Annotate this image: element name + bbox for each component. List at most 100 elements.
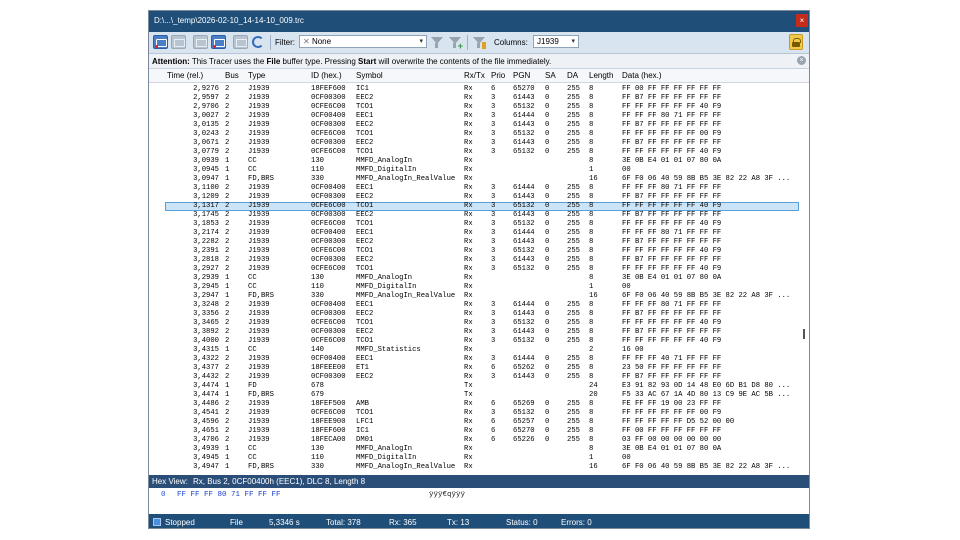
table-row[interactable]: 3,2939 1 CC 130 MMFD_AnalogIn Rx 8 3E 0B E4 01 …: [149, 274, 800, 283]
header-col-bus[interactable]: Bus: [225, 71, 239, 80]
header-col-type[interactable]: Type: [248, 71, 265, 80]
table-row[interactable]: 3,2174 2 J1939 0CF00400 EEC1 Rx 3 61444 0 255 8 FF …: [149, 229, 800, 238]
col-length: 8: [589, 436, 594, 444]
start-trace-icon[interactable]: [153, 35, 168, 49]
col-id: 18FEF500: [311, 400, 346, 408]
col-prio: 3: [491, 247, 496, 255]
table-row[interactable]: 3,3465 2 J1939 0CFE6C00 TCO1 Rx 3 65132 0 255 8 FF …: [149, 319, 800, 328]
col-bus: 2: [225, 373, 230, 381]
col-sa: 0: [545, 220, 550, 228]
col-type: J1939: [248, 436, 270, 444]
table-row[interactable]: 3,0671 2 J1939 0CF00300 EEC2 Rx 3 61443 0 255 8 FF …: [149, 139, 800, 148]
table-row[interactable]: 3,3356 2 J1939 0CF00300 EEC2 Rx 3 61443 0 255 8 FF …: [149, 310, 800, 319]
table-row[interactable]: 3,1209 2 J1939 0CF00300 EEC2 Rx 3 61443 0 255 8 FF …: [149, 193, 800, 202]
table-row[interactable]: 3,4706 2 J1939 18FECA00 DM01 Rx 6 65226 0 255 8 03 …: [149, 436, 800, 445]
table-row[interactable]: 3,3892 2 J1939 0CF00300 EEC2 Rx 3 61443 0 255 8 FF …: [149, 328, 800, 337]
table-row[interactable]: 3,4486 2 J1939 18FEF500 AMB Rx 6 65269 0 255 8 FE F…: [149, 400, 800, 409]
header-col-prio[interactable]: Prio: [491, 71, 505, 80]
hex-view-panel[interactable]: 0 FF FF FF 80 71 FF FF FF ÿÿÿ€qÿÿÿ: [149, 488, 809, 514]
trace-grid[interactable]: 2,9276 2 J1939 18FEF600 IC1 Rx 6 65270 0 255 8 FF 0…: [149, 83, 809, 471]
col-data: 6F F0 06 40 59 8B B5 3E 82 22 A8 3F ...: [622, 175, 791, 183]
table-row[interactable]: 3,4322 2 J1939 0CF00400 EEC1 Rx 3 61444 0 255 8 FF …: [149, 355, 800, 364]
selected-table-row[interactable]: 3,1317 2 J1939 0CFE6C00 TCO1 Rx 3 65132 0 255 8 FF …: [165, 202, 799, 211]
table-row[interactable]: 3,2927 2 J1939 0CFE6C00 TCO1 Rx 3 65132 0 255 8 FF …: [149, 265, 800, 274]
table-row[interactable]: 3,4596 2 J1939 18FEE900 LFC1 Rx 6 65257 0 255 8 FF …: [149, 418, 800, 427]
col-data: FF B7 FF FF FF FF FF FF: [622, 238, 722, 246]
scroll-thumb[interactable]: [803, 329, 805, 339]
col-data: FF FF FF FF FF FF 40 F9: [622, 319, 722, 327]
loop-trace-icon[interactable]: [211, 35, 226, 49]
table-row[interactable]: 3,4432 2 J1939 0CF00300 EEC2 Rx 3 61443 0 255 8 FF …: [149, 373, 800, 382]
table-row[interactable]: 3,2282 2 J1939 0CF00300 EEC2 Rx 3 61443 0 255 8 FF …: [149, 238, 800, 247]
table-row[interactable]: 3,4000 2 J1939 0CFE6C00 TCO1 Rx 3 65132 0 255 8 FF …: [149, 337, 800, 346]
table-row[interactable]: 3,2945 1 CC 110 MMFD_DigitalIn Rx 1 00: [149, 283, 800, 292]
edit-filter-icon[interactable]: [472, 35, 486, 49]
table-row[interactable]: 2,9276 2 J1939 18FEF600 IC1 Rx 6 65270 0 255 8 FF 0…: [149, 85, 800, 94]
table-row[interactable]: 2,9706 2 J1939 0CFE6C00 TCO1 Rx 3 65132 0 255 8 FF …: [149, 103, 800, 112]
table-row[interactable]: 3,0779 2 J1939 0CFE6C00 TCO1 Rx 3 65132 0 255 8 FF …: [149, 148, 800, 157]
table-row[interactable]: 3,4474 1 FD 678 Tx 24 E3 91 82 93 0D 14 48 E0 …: [149, 382, 800, 391]
table-row[interactable]: 3,4377 2 J1939 18FEEE00 ET1 Rx 6 65262 0 255 8 23 5…: [149, 364, 800, 373]
dismiss-attention-icon[interactable]: ×: [797, 56, 806, 65]
columns-dropdown[interactable]: J1939 ▾: [533, 35, 579, 48]
header-col-pgn[interactable]: PGN: [513, 71, 530, 80]
col-time: 3,4474: [193, 382, 219, 390]
table-row[interactable]: 3,2947 1 FD,BRS 330 MMFD_AnalogIn_RealValue R…: [149, 292, 800, 301]
refresh-icon[interactable]: [252, 36, 264, 48]
col-data: FF FF FF FF FF FF 40 F9: [622, 337, 722, 345]
table-row[interactable]: 3,2391 2 J1939 0CFE6C00 TCO1 Rx 3 65132 0 255 8 FF …: [149, 247, 800, 256]
close-window-button[interactable]: ×: [796, 14, 808, 27]
table-row[interactable]: 3,0243 2 J1939 0CFE6C00 TCO1 Rx 3 65132 0 255 8 FF …: [149, 130, 800, 139]
col-length: 2: [589, 346, 594, 354]
table-row[interactable]: 3,4945 1 CC 110 MMFD_DigitalIn Rx 1 00: [149, 454, 800, 463]
col-sa: 0: [545, 184, 550, 192]
table-row[interactable]: 3,0027 2 J1939 0CF00400 EEC1 Rx 3 61444 0 255 8 FF …: [149, 112, 800, 121]
table-row[interactable]: 3,4939 1 CC 130 MMFD_AnalogIn Rx 8 3E 0B E4 01 …: [149, 445, 800, 454]
col-data: 23 50 FF FF FF FF FF FF: [622, 364, 722, 372]
col-da: 255: [567, 94, 580, 102]
table-row[interactable]: 3,4541 2 J1939 0CFE6C00 TCO1 Rx 3 65132 0 255 8 FF …: [149, 409, 800, 418]
header-col-sa[interactable]: SA: [545, 71, 556, 80]
header-col-length[interactable]: Length: [589, 71, 613, 80]
table-row[interactable]: 3,1100 2 J1939 0CF00400 EEC1 Rx 3 61444 0 255 8 FF …: [149, 184, 800, 193]
table-row[interactable]: 3,0947 1 FD,BRS 330 MMFD_AnalogIn_RealValue R…: [149, 175, 800, 184]
pause-trace-icon[interactable]: [193, 35, 208, 49]
col-length: 8: [589, 148, 594, 156]
col-sa: 0: [545, 427, 550, 435]
header-col-da[interactable]: DA: [567, 71, 578, 80]
col-data: FF FF FF FF FF FF 40 F9: [622, 103, 722, 111]
col-time: 3,2282: [193, 238, 219, 246]
filter-dropdown[interactable]: ✕ None ▾: [299, 35, 427, 48]
table-row[interactable]: 3,1745 2 J1939 0CF00300 EEC2 Rx 3 61443 0 255 8 FF …: [149, 211, 800, 220]
table-row[interactable]: 3,4315 1 CC 140 MMFD_Statistics Rx 2 16 00: [149, 346, 800, 355]
add-filter-icon[interactable]: +: [448, 35, 463, 51]
header-col-id[interactable]: ID (hex.): [311, 71, 342, 80]
col-rxtx: Rx: [464, 193, 473, 201]
header-col-symbol[interactable]: Symbol: [356, 71, 383, 80]
vertical-scrollbar[interactable]: [800, 83, 809, 471]
header-col-data[interactable]: Data (hex.): [622, 71, 662, 80]
table-row[interactable]: 3,0939 1 CC 130 MMFD_AnalogIn Rx 8 3E 0B E4 01 …: [149, 157, 800, 166]
col-id: 0CF00300: [311, 94, 346, 102]
table-row[interactable]: 3,2818 2 J1939 0CF00300 EEC2 Rx 3 61443 0 255 8 FF …: [149, 256, 800, 265]
lock-icon[interactable]: [789, 34, 803, 50]
table-row[interactable]: 3,3248 2 J1939 0CF00400 EEC1 Rx 3 61444 0 255 8 FF …: [149, 301, 800, 310]
table-row[interactable]: 3,0945 1 CC 110 MMFD_DigitalIn Rx 1 00: [149, 166, 800, 175]
clear-trace-icon[interactable]: [233, 35, 248, 49]
col-length: 8: [589, 94, 594, 102]
stop-trace-icon[interactable]: [171, 35, 186, 49]
col-id: 0CFE6C00: [311, 247, 346, 255]
filter-icon[interactable]: [430, 35, 444, 49]
table-row[interactable]: 2,9597 2 J1939 0CF00300 EEC2 Rx 3 61443 0 255 8 FF …: [149, 94, 800, 103]
table-row[interactable]: 3,4474 1 FD,BRS 679 Tx 20 F5 33 AC 67 1A 4D 80…: [149, 391, 800, 400]
col-rxtx: Rx: [464, 328, 473, 336]
col-type: FD,BRS: [248, 292, 274, 300]
header-col-time[interactable]: Time (rel.): [167, 71, 203, 80]
table-row[interactable]: 3,1853 2 J1939 0CFE6C00 TCO1 Rx 3 65132 0 255 8 FF …: [149, 220, 800, 229]
header-col-rxtx[interactable]: Rx/Tx: [464, 71, 485, 80]
col-symbol: TCO1: [356, 337, 374, 345]
col-time: 3,1209: [193, 193, 219, 201]
table-row[interactable]: 3,4651 2 J1939 18FEF600 IC1 Rx 6 65270 0 255 8 FF 0…: [149, 427, 800, 436]
table-row[interactable]: 3,4947 1 FD,BRS 330 MMFD_AnalogIn_RealValue R…: [149, 463, 800, 471]
table-row[interactable]: 3,0135 2 J1939 0CF00300 EEC2 Rx 3 61443 0 255 8 FF …: [149, 121, 800, 130]
